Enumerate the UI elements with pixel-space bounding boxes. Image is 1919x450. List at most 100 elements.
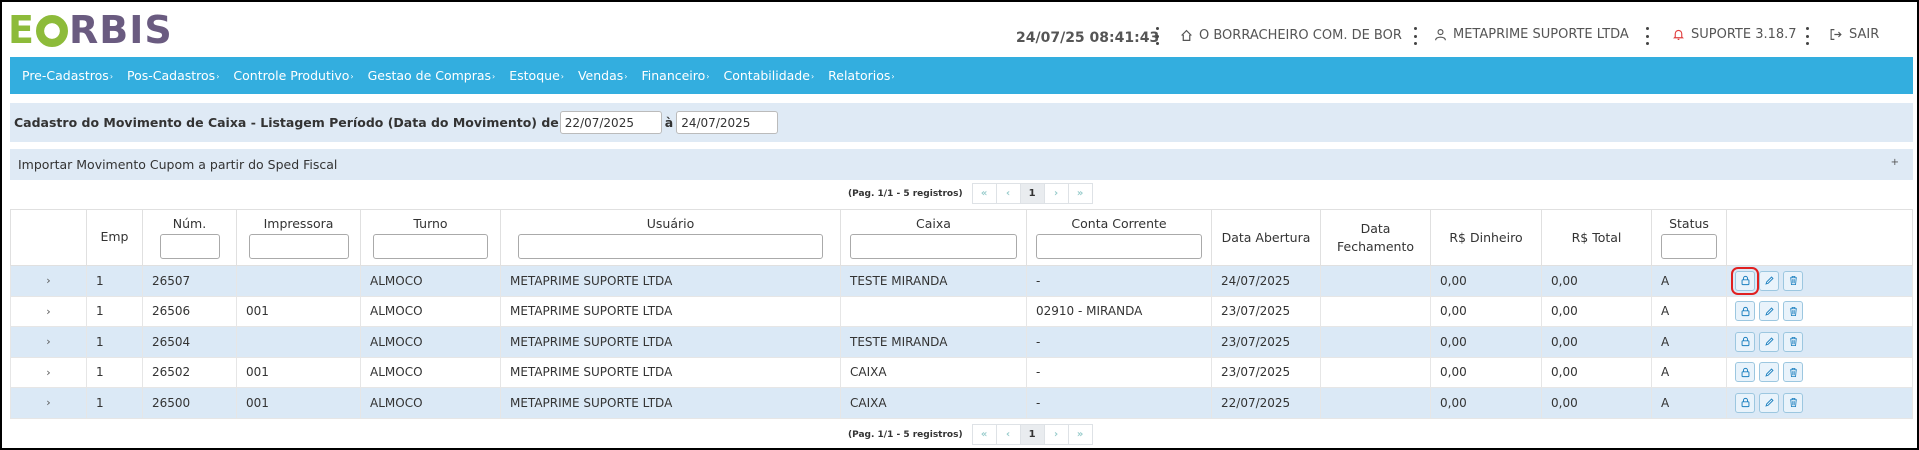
expand-row-icon[interactable]: ›: [10, 265, 87, 297]
close-cash-lock-icon[interactable]: [1735, 331, 1755, 352]
edit-pencil-icon[interactable]: [1759, 301, 1779, 322]
company-name: O BORRACHEIRO COM. DE BOR: [1199, 28, 1402, 43]
home-icon: [1181, 29, 1192, 41]
kebab-menu-icon[interactable]: [1412, 27, 1418, 45]
orbis-logo[interactable]: E RBIS: [8, 8, 173, 52]
filter-conta-corrente-input[interactable]: [1036, 234, 1202, 259]
cell-emp: 1: [86, 387, 143, 419]
first-page-button[interactable]: «: [971, 424, 997, 445]
prev-page-button[interactable]: ‹: [995, 183, 1021, 204]
table-row[interactable]: › 1 26500 001 ALMOCO METAPRIME SUPORTE LTDA CA…: [10, 387, 1913, 419]
last-page-button[interactable]: »: [1067, 424, 1093, 445]
date-separator: à: [664, 115, 674, 130]
cell-conta-corrente: -: [1026, 326, 1212, 358]
filter-status-input[interactable]: [1661, 234, 1717, 259]
expand-row-icon[interactable]: ›: [10, 295, 87, 327]
col-conta-corrente: Conta Corrente: [1026, 209, 1212, 266]
menu-financeiro[interactable]: Financeiro›: [641, 68, 709, 83]
next-page-button[interactable]: ›: [1043, 183, 1069, 204]
first-page-button[interactable]: «: [971, 183, 997, 204]
table-row[interactable]: › 1 26504 ALMOCO METAPRIME SUPORTE LTDA TESTE…: [10, 326, 1913, 358]
edit-pencil-icon[interactable]: [1759, 362, 1779, 383]
menu-controle-produtivo[interactable]: Controle Produtivo›: [233, 68, 353, 83]
menu-gestao-de-compras[interactable]: Gestao de Compras›: [368, 68, 496, 83]
header-company[interactable]: O BORRACHEIRO COM. DE BOR: [1180, 28, 1402, 43]
cell-total: 0,00: [1541, 387, 1652, 419]
close-cash-lock-icon[interactable]: [1731, 266, 1759, 295]
edit-pencil-icon[interactable]: [1759, 392, 1779, 413]
filter-caixa-input[interactable]: [850, 234, 1017, 259]
close-cash-lock-icon[interactable]: [1735, 392, 1755, 413]
cell-caixa: TESTE MIRANDA: [840, 326, 1027, 358]
cell-conta-corrente: -: [1026, 265, 1212, 297]
next-page-button[interactable]: ›: [1043, 424, 1069, 445]
cell-emp: 1: [86, 326, 143, 358]
cell-turno: ALMOCO: [360, 295, 501, 327]
cell-usuario: METAPRIME SUPORTE LTDA: [500, 356, 841, 388]
kebab-menu-icon[interactable]: [1644, 27, 1650, 45]
date-to-input[interactable]: [676, 111, 779, 134]
cell-status: A: [1651, 295, 1727, 327]
kebab-menu-icon[interactable]: [1804, 27, 1810, 45]
col-expand: [10, 209, 87, 266]
menu-vendas[interactable]: Vendas›: [578, 68, 628, 83]
close-cash-lock-icon[interactable]: [1735, 301, 1755, 322]
table-row[interactable]: › 1 26507 ALMOCO METAPRIME SUPORTE LTDA TESTE…: [10, 265, 1913, 297]
cell-data-fechamento: [1320, 356, 1431, 388]
cell-status: A: [1651, 326, 1727, 358]
cell-emp: 1: [86, 356, 143, 388]
edit-pencil-icon[interactable]: [1759, 270, 1779, 291]
date-from-input[interactable]: [559, 111, 662, 134]
col-data-abertura: Data Abertura: [1211, 209, 1321, 266]
cell-emp: 1: [86, 295, 143, 327]
cell-usuario: METAPRIME SUPORTE LTDA: [500, 265, 841, 297]
filter-impressora-input[interactable]: [248, 234, 349, 259]
header-user[interactable]: METAPRIME SUPORTE LTDA: [1434, 27, 1629, 42]
header-support[interactable]: SUPORTE 3.18.7: [1672, 27, 1797, 42]
delete-trash-icon[interactable]: [1783, 270, 1803, 291]
menu-contabilidade[interactable]: Contabilidade›: [724, 68, 815, 83]
menu-pos-cadastros[interactable]: Pos-Cadastros›: [127, 68, 219, 83]
menu-pre-cadastros[interactable]: Pre-Cadastros›: [22, 68, 113, 83]
expand-row-icon[interactable]: ›: [10, 326, 87, 358]
last-page-button[interactable]: »: [1067, 183, 1093, 204]
filter-num-input[interactable]: [159, 234, 220, 259]
expand-row-icon[interactable]: ›: [10, 387, 87, 419]
support-version: SUPORTE 3.18.7: [1691, 27, 1797, 42]
menu-estoque[interactable]: Estoque›: [509, 68, 564, 83]
cell-conta-corrente: -: [1026, 356, 1212, 388]
close-cash-lock-icon[interactable]: [1735, 362, 1755, 383]
cell-data-fechamento: [1320, 265, 1431, 297]
delete-trash-icon[interactable]: [1783, 301, 1803, 322]
table-row[interactable]: › 1 26506 001 ALMOCO METAPRIME SUPORTE LTDA 02…: [10, 295, 1913, 327]
import-sped-panel[interactable]: Importar Movimento Cupom a partir do Spe…: [10, 149, 1913, 180]
edit-pencil-icon[interactable]: [1759, 331, 1779, 352]
logo-letter-e: E: [8, 8, 35, 52]
user-name: METAPRIME SUPORTE LTDA: [1453, 27, 1629, 42]
pagination-top: (Pag. 1/1 - 5 registros) « ‹ 1 › »: [848, 183, 1093, 204]
pagination-info: (Pag. 1/1 - 5 registros): [848, 188, 963, 199]
delete-trash-icon[interactable]: [1783, 331, 1803, 352]
logo-text: RBIS: [68, 8, 173, 52]
logout-label: SAIR: [1849, 27, 1880, 42]
cell-status: A: [1651, 356, 1727, 388]
filter-turno-input[interactable]: [373, 234, 488, 259]
table-header-row: Emp Núm. Impressora Turno Usuário Caixa …: [10, 209, 1913, 266]
menu-relatorios[interactable]: Relatorios›: [828, 68, 894, 83]
delete-trash-icon[interactable]: [1783, 362, 1803, 383]
cell-dinheiro: 0,00: [1430, 265, 1542, 297]
cell-turno: ALMOCO: [360, 326, 501, 358]
header-datetime: 24/07/25 08:41:43: [1016, 30, 1160, 46]
page-1-button[interactable]: 1: [1019, 183, 1045, 204]
kebab-menu-icon[interactable]: [1154, 27, 1160, 45]
delete-trash-icon[interactable]: [1783, 392, 1803, 413]
table-row[interactable]: › 1 26502 001 ALMOCO METAPRIME SUPORTE LTDA CA…: [10, 356, 1913, 388]
filter-usuario-input[interactable]: [518, 234, 823, 259]
logout-link[interactable]: SAIR: [1829, 27, 1879, 42]
page-1-button[interactable]: 1: [1019, 424, 1045, 445]
expand-plus-icon[interactable]: +: [1891, 157, 1899, 168]
cell-data-abertura: 23/07/2025: [1211, 356, 1321, 388]
prev-page-button[interactable]: ‹: [995, 424, 1021, 445]
expand-row-icon[interactable]: ›: [10, 356, 87, 388]
cell-caixa: TESTE MIRANDA: [840, 265, 1027, 297]
